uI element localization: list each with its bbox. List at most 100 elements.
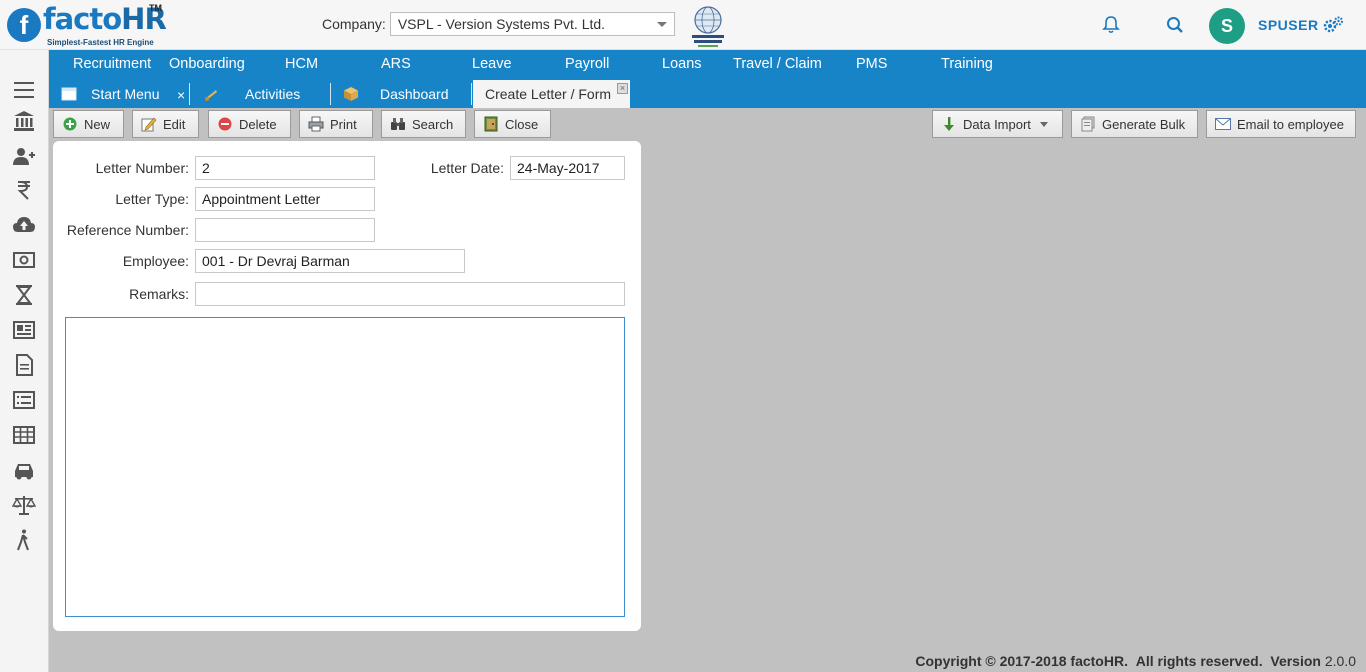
letter-form-panel: Letter Number: 2 Letter Date: 24-May-201… [53, 141, 641, 631]
search-icon[interactable] [1164, 14, 1186, 36]
nav-loans[interactable]: Loans [662, 56, 702, 72]
logo-tagline: Simplest-Fastest HR Engine [47, 38, 154, 47]
tab-start-menu[interactable]: Start Menu [61, 80, 191, 108]
letter-type-label: Letter Type: [115, 191, 189, 207]
printer-icon [308, 116, 324, 132]
hamburger-menu-icon[interactable] [12, 78, 36, 102]
remarks-field[interactable] [195, 282, 625, 306]
employee-label: Employee: [122, 253, 189, 269]
letter-date-label: Letter Date: [430, 160, 504, 176]
company-value: VSPL - Version Systems Pvt. Ltd. [397, 16, 606, 32]
facto-hr-logo[interactable]: f factoHR TM Simplest-Fastest HR Engine [7, 2, 167, 47]
letter-type-field[interactable]: Appointment Letter [195, 187, 375, 211]
notification-bell-icon[interactable] [1100, 14, 1122, 36]
letter-body-editor[interactable] [65, 317, 625, 617]
close-tab-start-menu-icon[interactable]: × [177, 81, 185, 109]
logo-trademark: TM [149, 3, 162, 13]
edit-button-label: Edit [163, 116, 186, 132]
logo-mark-icon: f [7, 8, 41, 42]
username[interactable]: SPUSER [1258, 17, 1319, 33]
document-icon[interactable] [12, 353, 36, 377]
edit-button[interactable]: Edit [132, 110, 199, 138]
nav-recruitment[interactable]: Recruitment [73, 56, 151, 72]
document-tabs: Start Menu × Activities Dashboard Create… [49, 80, 1366, 108]
add-user-icon[interactable] [12, 144, 36, 168]
search-button-label: Search [412, 116, 454, 132]
generate-bulk-button[interactable]: Generate Bulk [1071, 110, 1198, 138]
letter-date-field[interactable]: 24-May-2017 [510, 156, 625, 180]
nav-hcm[interactable]: HCM [285, 56, 318, 72]
walking-person-icon[interactable] [12, 528, 36, 552]
close-button[interactable]: Close [474, 110, 551, 138]
chevron-down-icon [656, 22, 667, 27]
print-button[interactable]: Print [299, 110, 373, 138]
user-avatar[interactable]: S [1209, 8, 1245, 44]
nav-pms[interactable]: PMS [856, 56, 887, 72]
nav-leave[interactable]: Leave [472, 56, 512, 72]
table-grid-icon[interactable] [12, 423, 36, 447]
hourglass-icon[interactable] [12, 283, 36, 307]
minus-circle-icon [217, 116, 233, 132]
data-import-label: Data Import [963, 116, 1031, 132]
generate-bulk-label: Generate Bulk [1102, 116, 1186, 132]
close-button-label: Close [505, 116, 539, 132]
nav-onboarding[interactable]: Onboarding [169, 56, 245, 72]
remarks-label: Remarks: [129, 286, 189, 302]
version-label: Version [1270, 653, 1321, 669]
reference-number-field[interactable] [195, 218, 375, 242]
rupee-icon[interactable] [12, 178, 36, 202]
employee-field[interactable]: 001 - Dr Devraj Barman [195, 249, 465, 273]
module-nav-bar: Recruitment Onboarding HCM ARS Leave Pay… [49, 50, 1366, 80]
company-dropdown[interactable]: VSPL - Version Systems Pvt. Ltd. [389, 12, 675, 36]
tab-dashboard[interactable]: Dashboard [343, 80, 473, 108]
bell-activity-icon [205, 90, 217, 101]
arrow-down-icon [941, 116, 957, 132]
settings-gears-icon[interactable] [1322, 15, 1344, 35]
company-selector: Company: VSPL - Version Systems Pvt. Ltd… [322, 12, 675, 36]
tab-activities[interactable]: Activities [203, 80, 333, 108]
bank-icon[interactable] [12, 109, 36, 133]
money-bill-icon[interactable] [12, 248, 36, 272]
new-button[interactable]: New [53, 110, 124, 138]
logo-wordmark: factoHR [43, 2, 167, 36]
tab-label: Create Letter / Form [485, 86, 612, 102]
left-sidebar [0, 50, 49, 672]
search-button[interactable]: Search [381, 110, 466, 138]
envelope-icon [1215, 116, 1231, 132]
letter-number-label: Letter Number: [95, 160, 189, 176]
newspaper-icon[interactable] [12, 318, 36, 342]
close-tab-create-letter-icon[interactable]: × [617, 83, 628, 94]
rights-text: All rights reserved. [1135, 653, 1263, 669]
binoculars-icon [390, 116, 406, 132]
copyright-text: Copyright © 2017-2018 factoHR. [915, 653, 1128, 669]
email-to-employee-button[interactable]: Email to employee [1206, 110, 1356, 138]
nav-ars[interactable]: ARS [381, 56, 411, 72]
chevron-down-icon [1039, 121, 1048, 127]
balance-scale-icon[interactable] [12, 493, 36, 517]
nav-travel-claim[interactable]: Travel / Claim [733, 56, 822, 72]
edit-pencil-icon [141, 116, 157, 132]
tab-divider [471, 83, 472, 105]
delete-button[interactable]: Delete [208, 110, 291, 138]
tab-create-letter-form[interactable]: Create Letter / Form × [473, 80, 630, 108]
version-systems-globe-icon [692, 6, 724, 47]
new-button-label: New [84, 116, 111, 132]
letter-number-field[interactable]: 2 [195, 156, 375, 180]
data-import-dropdown-button[interactable]: Data Import [932, 110, 1063, 138]
exit-door-icon [483, 116, 499, 132]
tab-label: Start Menu [91, 86, 160, 102]
box-icon [344, 87, 358, 101]
stacked-documents-icon [1080, 116, 1096, 132]
window-icon [61, 87, 77, 101]
tab-label: Dashboard [380, 86, 449, 102]
tab-label: Activities [245, 86, 301, 102]
nav-payroll[interactable]: Payroll [565, 56, 609, 72]
car-icon[interactable] [12, 458, 36, 482]
company-label: Company: [322, 16, 386, 32]
reference-number-label: Reference Number: [66, 222, 189, 238]
list-icon[interactable] [12, 388, 36, 412]
email-to-employee-label: Email to employee [1237, 116, 1344, 132]
cloud-upload-icon[interactable] [12, 213, 36, 237]
nav-training[interactable]: Training [941, 56, 993, 72]
plus-circle-icon [62, 116, 78, 132]
